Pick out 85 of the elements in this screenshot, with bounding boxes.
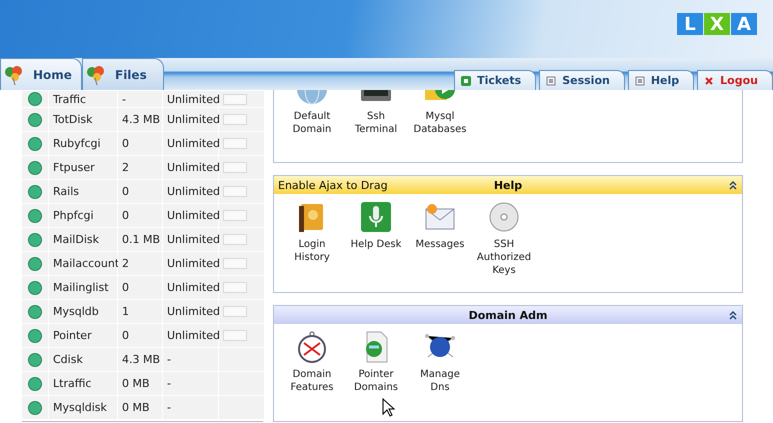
table-cell: Rails: [49, 180, 117, 203]
table-cell: Unlimited: [163, 324, 218, 347]
item-label[interactable]: Login History: [284, 238, 340, 264]
table-cell: Unlimited: [163, 132, 218, 155]
panel-title: Domain Adm: [468, 308, 548, 322]
table-cell: -: [118, 91, 162, 107]
usage-meter: [223, 114, 247, 125]
usage-meter: [223, 282, 247, 293]
table-cell: Unlimited: [163, 91, 218, 107]
table-cell: Ltraffic: [49, 372, 117, 395]
drag-note: Enable Ajax to Drag: [278, 178, 389, 192]
page-icon: [546, 76, 556, 86]
close-icon: [704, 76, 714, 86]
item-label[interactable]: Mysql Databases: [412, 110, 468, 136]
table-cell: Mysqldisk: [49, 396, 117, 419]
table-cell: Mysqldb: [49, 300, 117, 323]
table-cell: 4.3 MB: [118, 348, 162, 371]
item-label[interactable]: Ssh Terminal: [348, 110, 404, 136]
table-cell: Unlimited: [163, 204, 218, 227]
table-cell: 0: [118, 204, 162, 227]
table-cell: MailDisk: [49, 228, 117, 251]
table-cell: Unlimited: [163, 108, 218, 131]
usage-meter: [223, 306, 247, 317]
page-icon: [634, 76, 645, 86]
table-cell: 0: [118, 180, 162, 203]
table-cell: Mailaccount: [49, 252, 117, 275]
usage-meter: [223, 330, 247, 341]
table-cell: 0 MB: [118, 372, 162, 395]
compass-icon[interactable]: [295, 330, 329, 364]
table-cell: Ftpuser: [49, 156, 117, 179]
tab[interactable]: Session: [539, 70, 625, 90]
table-cell: Rubyfcgi: [49, 132, 117, 155]
table-cell: Cdisk: [49, 348, 117, 371]
usage-meter: [223, 162, 247, 173]
usage-meter: [223, 138, 247, 149]
usage-meter: [223, 94, 247, 104]
usage-meter: [223, 234, 247, 245]
table-cell: 4.3 MB: [118, 108, 162, 131]
item-label[interactable]: Manage Dns: [412, 368, 468, 394]
balloons-icon: [3, 64, 25, 86]
table-cell: -: [163, 396, 218, 419]
table-cell: Unlimited: [163, 180, 218, 203]
table-cell: 0: [118, 276, 162, 299]
tab[interactable]: Logou: [697, 70, 773, 90]
disc-icon[interactable]: [487, 200, 521, 234]
panel-title: Help: [494, 178, 522, 192]
collapse-icon[interactable]: [728, 310, 738, 320]
logo: L X A: [677, 13, 757, 35]
tab[interactable]: Home: [0, 58, 82, 90]
table-cell: Unlimited: [163, 300, 218, 323]
item-label[interactable]: Domain Features: [284, 368, 340, 394]
table-cell: 0: [118, 324, 162, 347]
table-cell: Mailinglist: [49, 276, 117, 299]
table-cell: Phpfcgi: [49, 204, 117, 227]
microphone-icon[interactable]: [359, 200, 393, 234]
table-cell: Traffic: [49, 91, 117, 107]
table-cell: TotDisk: [49, 108, 117, 131]
tab[interactable]: Help: [628, 70, 694, 90]
table-cell: Unlimited: [163, 156, 218, 179]
table-cell: 2: [118, 252, 162, 275]
table-cell: -: [163, 372, 218, 395]
item-label[interactable]: Help Desk: [350, 238, 402, 251]
item-label[interactable]: Messages: [415, 238, 465, 251]
table-cell: 2: [118, 156, 162, 179]
item-label[interactable]: Pointer Domains: [348, 368, 404, 394]
usage-meter: [223, 258, 247, 269]
pointer-cursor-icon: [382, 398, 396, 418]
table-cell: Unlimited: [163, 252, 218, 275]
item-label[interactable]: Default Domain: [284, 110, 340, 136]
table-cell: 0.1 MB: [118, 228, 162, 251]
balloons-icon: [85, 64, 107, 86]
table-cell: 1: [118, 300, 162, 323]
table-cell: 0: [118, 132, 162, 155]
tab[interactable]: Files: [82, 58, 164, 90]
item-label[interactable]: SSH Authorized Keys: [476, 238, 532, 277]
table-cell: Pointer: [49, 324, 117, 347]
table-cell: Unlimited: [163, 228, 218, 251]
usage-meter: [223, 186, 247, 197]
tab[interactable]: Tickets: [454, 70, 536, 90]
usage-meter: [223, 210, 247, 221]
table-cell: Unlimited: [163, 276, 218, 299]
table-cell: -: [163, 348, 218, 371]
table-cell: 0 MB: [118, 396, 162, 419]
collapse-icon[interactable]: [728, 180, 738, 190]
ticket-icon: [461, 76, 472, 86]
